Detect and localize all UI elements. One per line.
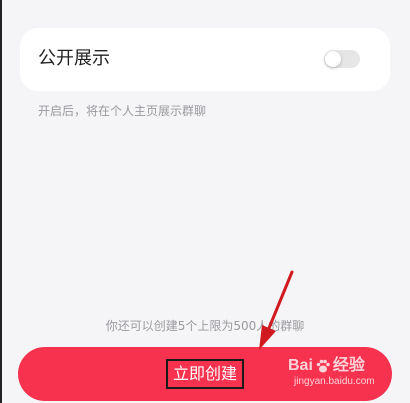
page-edge	[0, 0, 2, 403]
watermark-logo-right: 经验	[332, 357, 365, 374]
public-display-setting-card: 公开展示	[20, 28, 390, 91]
paw-icon	[316, 359, 330, 373]
public-display-toggle[interactable]	[324, 50, 360, 68]
watermark-logo: Bai 经验	[288, 356, 388, 376]
public-display-label: 公开展示	[38, 48, 110, 69]
group-quota-text: 你还可以创建5个上限为500人的群聊	[105, 319, 305, 333]
create-now-label: 立即创建	[166, 359, 245, 389]
baidu-jingyan-watermark: Bai 经验 jingyan.baidu.com	[288, 356, 388, 388]
watermark-logo-left: Bai	[288, 357, 313, 374]
watermark-url: jingyan.baidu.com	[294, 376, 375, 387]
toggle-knob	[325, 51, 341, 67]
public-display-hint: 开启后，将在个人主页展示群聊	[38, 104, 207, 118]
